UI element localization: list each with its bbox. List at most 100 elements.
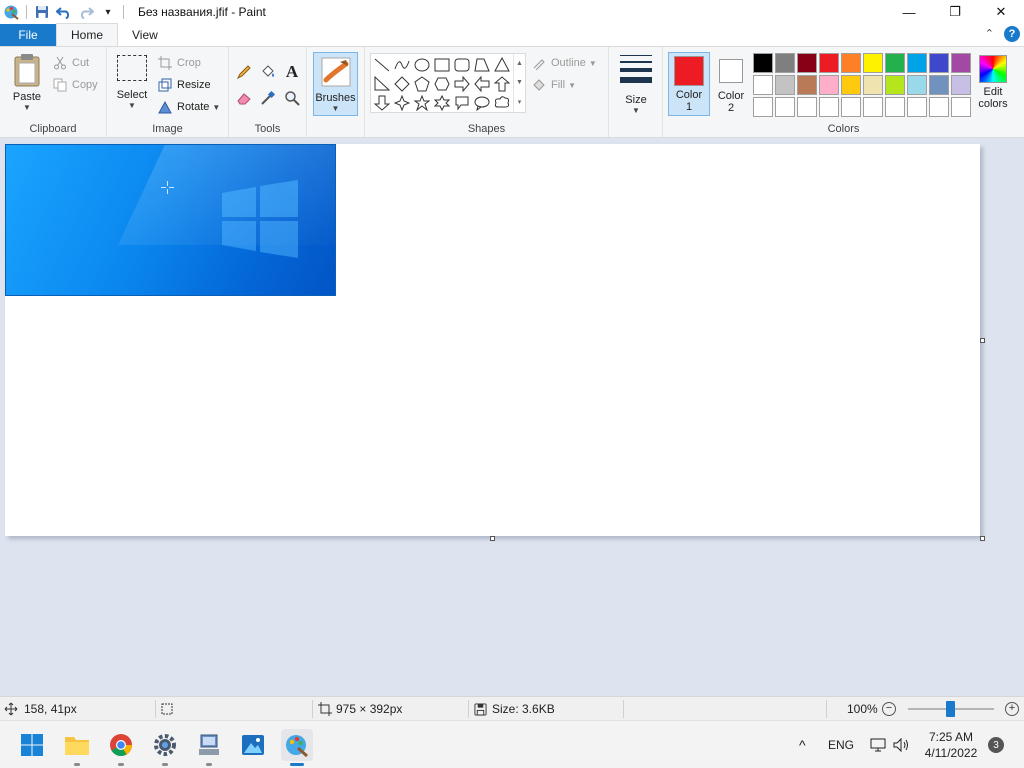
color2-button[interactable]: Color 2 [712, 52, 750, 116]
start-button[interactable] [16, 729, 48, 761]
palette-swatch[interactable] [753, 75, 773, 95]
rectangle-shape-icon[interactable] [432, 55, 452, 75]
shapes-scrollbar[interactable]: ▲ ▼ ▾ [513, 54, 525, 112]
fill-dropdown-icon[interactable]: ▼ [568, 81, 576, 90]
resize-handle-right[interactable] [980, 338, 985, 343]
polygon-shape-icon[interactable] [472, 55, 492, 75]
hexagon-shape-icon[interactable] [432, 74, 452, 94]
palette-swatch[interactable] [929, 97, 949, 117]
size-dropdown-icon[interactable]: ▼ [632, 106, 640, 115]
network-icon[interactable] [870, 721, 886, 768]
palette-swatch[interactable] [929, 53, 949, 73]
customize-toolbar-icon[interactable]: ▾ [97, 0, 119, 24]
rounded-callout-shape-icon[interactable] [452, 93, 472, 113]
palette-swatch[interactable] [797, 75, 817, 95]
line-shape-icon[interactable] [372, 55, 392, 75]
select-button[interactable]: Select ▼ [115, 55, 149, 110]
six-point-star-shape-icon[interactable] [432, 93, 452, 113]
palette-swatch[interactable] [951, 75, 971, 95]
five-point-star-shape-icon[interactable] [412, 93, 432, 113]
down-arrow-shape-icon[interactable] [372, 93, 392, 113]
expand-gallery-icon[interactable]: ▾ [518, 98, 522, 106]
drawing-canvas[interactable] [5, 144, 980, 536]
brushes-dropdown-icon[interactable]: ▼ [332, 104, 340, 113]
size-button[interactable]: Size ▼ [617, 55, 655, 115]
save-icon[interactable] [31, 0, 53, 24]
scroll-down-icon[interactable]: ▼ [516, 79, 523, 86]
taskbar-photos[interactable] [237, 729, 269, 761]
pasted-windows-wallpaper-image[interactable] [5, 144, 336, 296]
zoom-out-button[interactable]: − [882, 702, 896, 716]
palette-swatch[interactable] [929, 75, 949, 95]
palette-swatch[interactable] [775, 75, 795, 95]
palette-swatch[interactable] [863, 97, 883, 117]
taskbar-file-explorer[interactable] [61, 729, 93, 766]
taskbar-clock[interactable]: 7:25 AM 4/11/2022 [920, 729, 982, 761]
palette-swatch[interactable] [797, 97, 817, 117]
paste-dropdown-icon[interactable]: ▼ [23, 103, 31, 112]
oval-callout-shape-icon[interactable] [472, 93, 492, 113]
resize-button[interactable]: Resize [157, 75, 211, 95]
palette-swatch[interactable] [885, 75, 905, 95]
select-dropdown-icon[interactable]: ▼ [128, 101, 136, 110]
palette-swatch[interactable] [841, 75, 861, 95]
palette-swatch[interactable] [775, 97, 795, 117]
curve-shape-icon[interactable] [392, 55, 412, 75]
volume-icon[interactable] [893, 721, 911, 768]
language-indicator[interactable]: ENG [828, 721, 854, 768]
left-arrow-shape-icon[interactable] [472, 74, 492, 94]
outline-button[interactable]: Outline ▼ [531, 53, 597, 73]
palette-swatch[interactable] [885, 97, 905, 117]
redo-icon[interactable] [75, 0, 97, 24]
fill-button[interactable]: Fill ▼ [531, 75, 576, 95]
maximize-button[interactable]: ❐ [932, 0, 978, 24]
cloud-callout-shape-icon[interactable] [492, 93, 512, 113]
palette-swatch[interactable] [885, 53, 905, 73]
resize-handle-bottom[interactable] [490, 536, 495, 541]
taskbar-chrome[interactable] [105, 729, 137, 766]
close-button[interactable]: ✕ [978, 0, 1024, 24]
tab-file[interactable]: File [0, 24, 56, 46]
palette-swatch[interactable] [841, 97, 861, 117]
tab-view[interactable]: View [118, 24, 172, 46]
palette-swatch[interactable] [775, 53, 795, 73]
zoom-in-button[interactable]: + [1005, 702, 1019, 716]
color1-button[interactable]: Color 1 [668, 52, 710, 116]
taskbar-network-app[interactable] [193, 729, 225, 766]
notification-badge[interactable]: 3 [988, 737, 1004, 753]
four-point-star-shape-icon[interactable] [392, 93, 412, 113]
eraser-icon[interactable] [233, 87, 255, 109]
magnifier-icon[interactable] [281, 87, 303, 109]
diamond-shape-icon[interactable] [392, 74, 412, 94]
brushes-button[interactable]: Brushes ▼ [313, 52, 358, 116]
palette-swatch[interactable] [753, 97, 773, 117]
rotate-button[interactable]: Rotate ▼ [157, 97, 220, 117]
copy-button[interactable]: Copy [52, 75, 98, 95]
pencil-icon[interactable] [233, 61, 255, 83]
rotate-dropdown-icon[interactable]: ▼ [212, 103, 220, 112]
palette-swatch[interactable] [819, 75, 839, 95]
cut-button[interactable]: Cut [52, 53, 89, 73]
collapse-ribbon-icon[interactable]: ⌃ [985, 27, 994, 40]
up-arrow-shape-icon[interactable] [492, 74, 512, 94]
taskbar-paint[interactable] [281, 729, 313, 766]
palette-swatch[interactable] [951, 97, 971, 117]
palette-swatch[interactable] [907, 75, 927, 95]
right-arrow-shape-icon[interactable] [452, 74, 472, 94]
oval-shape-icon[interactable] [412, 55, 432, 75]
triangle-shape-icon[interactable] [492, 55, 512, 75]
zoom-slider-thumb[interactable] [946, 701, 955, 717]
pentagon-shape-icon[interactable] [412, 74, 432, 94]
fill-bucket-icon[interactable] [257, 61, 279, 83]
edit-colors-button[interactable]: Edit colors [975, 55, 1011, 110]
palette-swatch[interactable] [797, 53, 817, 73]
help-icon[interactable]: ? [1004, 26, 1020, 42]
palette-swatch[interactable] [863, 53, 883, 73]
taskbar-settings[interactable] [149, 729, 181, 766]
tab-home[interactable]: Home [56, 23, 119, 46]
palette-swatch[interactable] [819, 53, 839, 73]
palette-swatch[interactable] [863, 75, 883, 95]
outline-dropdown-icon[interactable]: ▼ [589, 59, 597, 68]
paste-button[interactable]: Paste ▼ [8, 53, 46, 112]
crop-button[interactable]: Crop [157, 53, 201, 73]
